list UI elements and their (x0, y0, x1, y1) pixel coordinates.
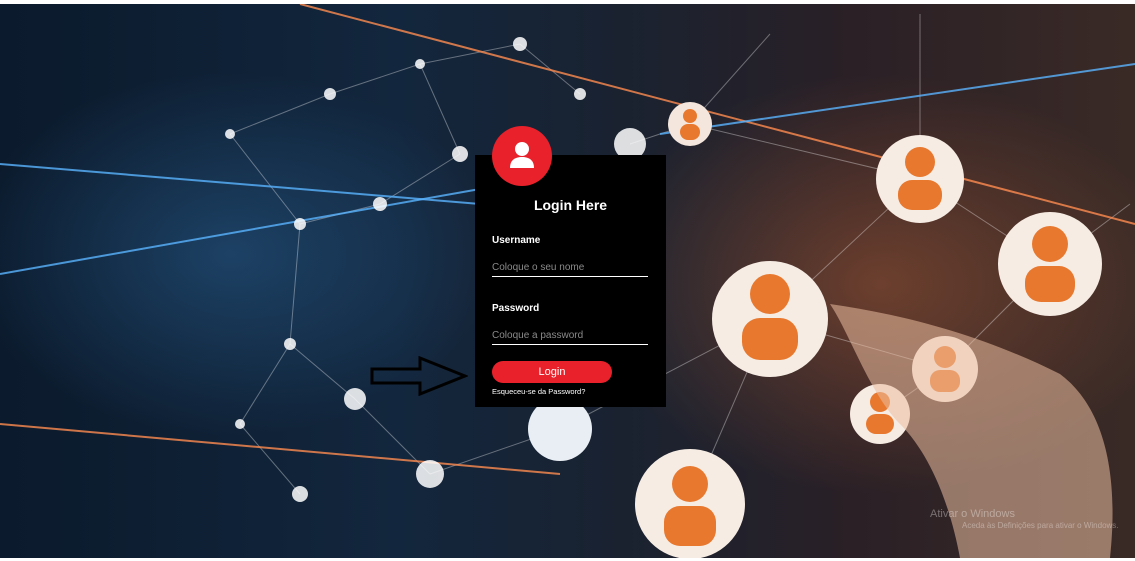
user-icon (510, 142, 534, 168)
username-label: Username (492, 235, 541, 246)
arrow-right-icon (370, 356, 468, 396)
login-title: Login Here (533, 197, 608, 213)
user-avatar (492, 126, 552, 186)
login-button[interactable]: Login (492, 361, 612, 383)
windows-activation-watermark: Ativar o Windows Aceda às Definições par… (930, 508, 1119, 532)
forgot-password-link[interactable]: Esqueceu-se da Password? (492, 387, 585, 396)
password-input[interactable] (492, 326, 648, 345)
username-input[interactable] (492, 258, 648, 277)
watermark-line1: Ativar o Windows (930, 508, 1015, 520)
watermark-line2: Aceda às Definições para ativar o Window… (962, 521, 1119, 530)
login-form: Login Here Username Password Login Esque… (475, 155, 666, 407)
password-label: Password (492, 303, 540, 314)
